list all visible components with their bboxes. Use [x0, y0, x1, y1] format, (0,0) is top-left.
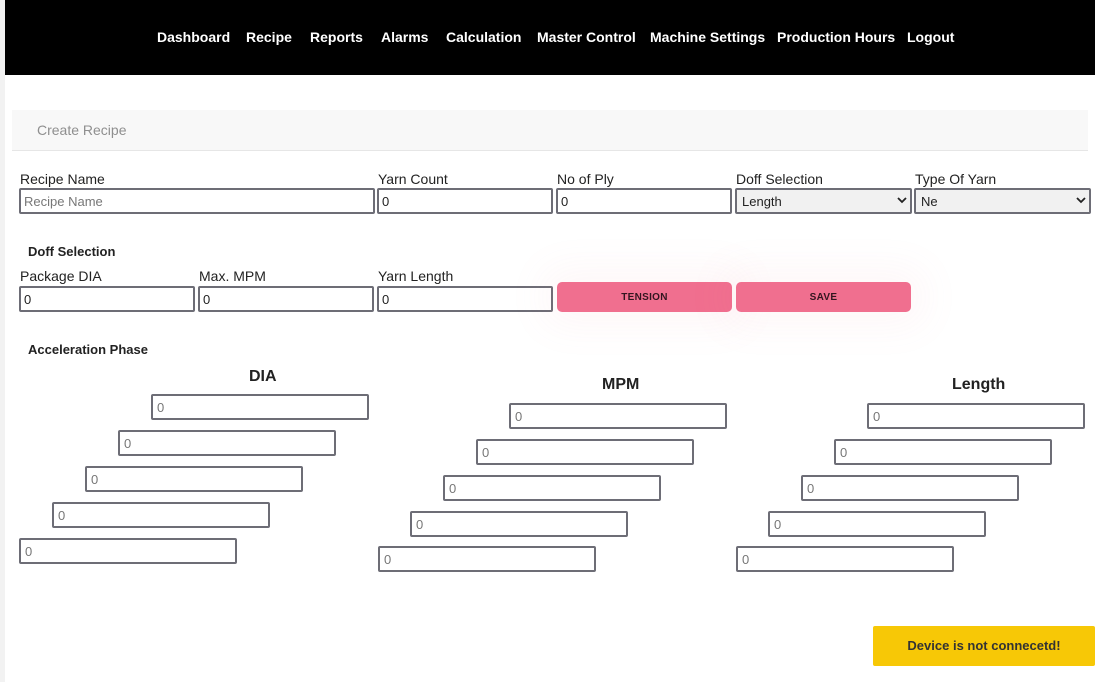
nav-master-control[interactable]: Master Control — [537, 29, 636, 45]
mpm-column-header: MPM — [602, 376, 640, 393]
type-of-yarn-value: Ne — [921, 194, 938, 209]
mpm-input-1[interactable] — [509, 403, 727, 429]
doff-section-title: Doff Selection — [28, 244, 116, 259]
yarn-count-label: Yarn Count — [378, 171, 448, 187]
mpm-input-5[interactable] — [378, 546, 596, 572]
mpm-input-2[interactable] — [476, 439, 694, 465]
doff-selection-value: Length — [742, 194, 782, 209]
tension-button[interactable]: TENSION — [557, 282, 732, 312]
nav-logout[interactable]: Logout — [907, 29, 954, 45]
breadcrumb: Create Recipe — [12, 110, 1088, 151]
max-mpm-input[interactable] — [198, 286, 374, 312]
dia-column-header: DIA — [249, 368, 277, 385]
chevron-down-icon — [1076, 197, 1086, 204]
mpm-input-3[interactable] — [443, 475, 661, 501]
dia-input-4[interactable] — [52, 502, 270, 528]
type-of-yarn-select[interactable]: Ne — [914, 188, 1091, 214]
length-input-2[interactable] — [834, 439, 1052, 465]
chevron-down-icon — [897, 197, 907, 204]
window-frame — [0, 0, 5, 682]
doff-selection-select[interactable]: Length — [735, 188, 912, 214]
length-input-3[interactable] — [801, 475, 1019, 501]
yarn-count-input[interactable] — [377, 188, 553, 214]
nav-recipe[interactable]: Recipe — [246, 29, 292, 45]
doff-selection-label: Doff Selection — [736, 171, 823, 187]
type-of-yarn-label: Type Of Yarn — [915, 171, 997, 187]
recipe-name-input[interactable] — [19, 188, 375, 214]
nav-calculation[interactable]: Calculation — [446, 29, 521, 45]
dia-input-5[interactable] — [19, 538, 237, 564]
dia-input-3[interactable] — [85, 466, 303, 492]
dia-input-1[interactable] — [151, 394, 369, 420]
max-mpm-label: Max. MPM — [199, 268, 266, 284]
acceleration-section-title: Acceleration Phase — [28, 342, 148, 357]
package-dia-label: Package DIA — [20, 268, 102, 284]
page-title: Create Recipe — [37, 122, 127, 138]
yarn-length-label: Yarn Length — [378, 268, 454, 284]
length-column-header: Length — [952, 376, 1006, 393]
connection-toast: Device is not connecetd! — [873, 626, 1095, 666]
top-navbar: Dashboard Recipe Reports Alarms Calculat… — [5, 0, 1095, 75]
no-of-ply-input[interactable] — [556, 188, 732, 214]
nav-alarms[interactable]: Alarms — [381, 29, 428, 45]
nav-reports[interactable]: Reports — [310, 29, 363, 45]
length-input-1[interactable] — [867, 403, 1085, 429]
no-of-ply-label: No of Ply — [557, 171, 614, 187]
nav-dashboard[interactable]: Dashboard — [157, 29, 230, 45]
save-button[interactable]: SAVE — [736, 282, 911, 312]
package-dia-input[interactable] — [19, 286, 195, 312]
length-input-4[interactable] — [768, 511, 986, 537]
yarn-length-input[interactable] — [377, 286, 553, 312]
nav-production-hours[interactable]: Production Hours — [777, 29, 895, 45]
mpm-input-4[interactable] — [410, 511, 628, 537]
recipe-name-label: Recipe Name — [20, 171, 105, 187]
dia-input-2[interactable] — [118, 430, 336, 456]
nav-machine-settings[interactable]: Machine Settings — [650, 29, 765, 45]
length-input-5[interactable] — [736, 546, 954, 572]
